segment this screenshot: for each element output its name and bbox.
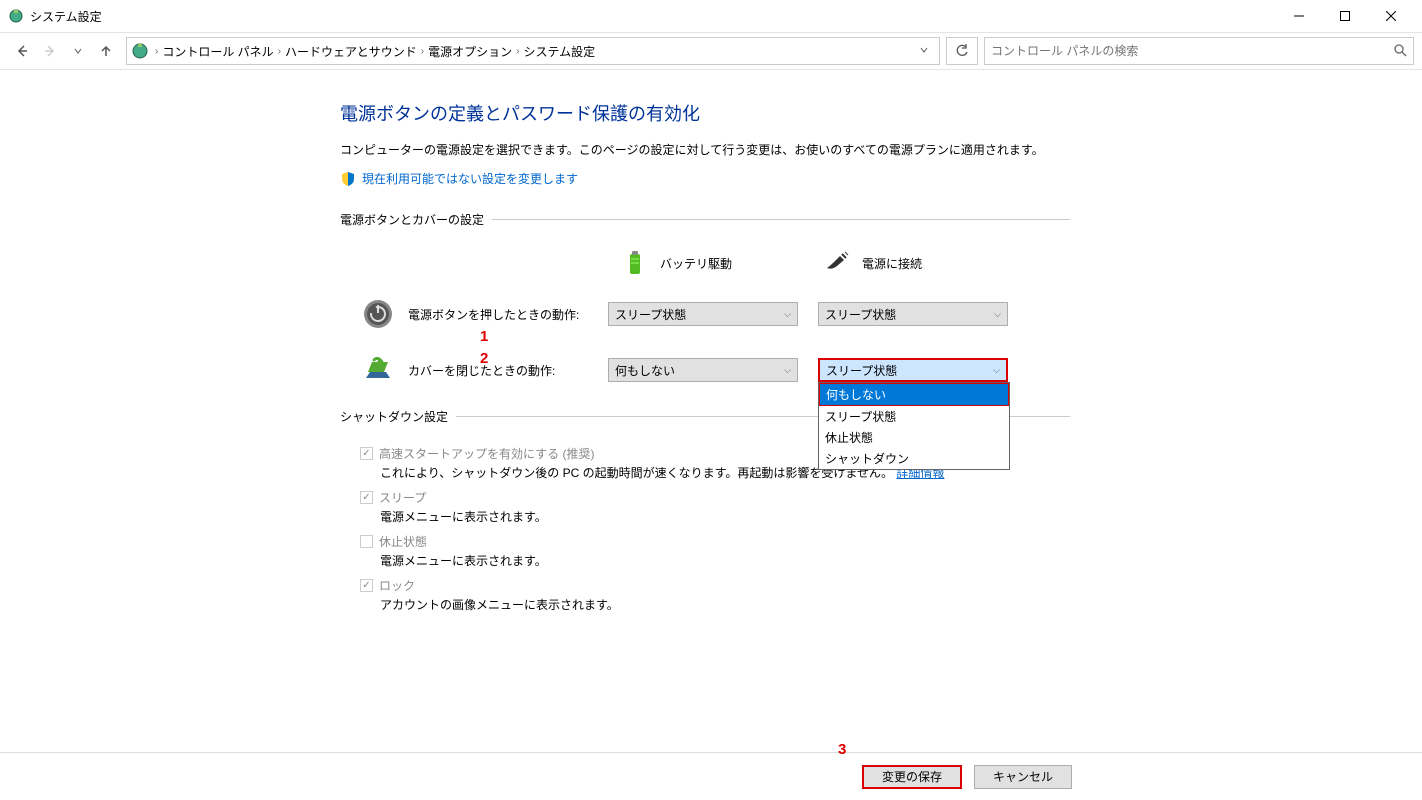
- window-title: システム設定: [30, 8, 102, 25]
- app-icon: [8, 8, 24, 24]
- maximize-button[interactable]: [1322, 0, 1368, 32]
- dropdown-menu: 何もしない スリープ状態 休止状態 シャットダウン: [818, 382, 1010, 470]
- power-button-label: 電源ボタンを押したときの動作:: [408, 306, 608, 323]
- chevron-down-icon: ⌵: [784, 365, 791, 376]
- power-button-battery-select[interactable]: スリープ状態⌵: [608, 302, 798, 326]
- section-title-shutdown: シャットダウン設定: [340, 408, 448, 425]
- section-title-buttons: 電源ボタンとカバーの設定: [340, 211, 484, 228]
- lid-close-plugged-select[interactable]: スリープ状態⌵ 何もしない スリープ状態 休止状態 シャットダウン: [818, 358, 1008, 382]
- forward-button[interactable]: [36, 37, 64, 65]
- search-icon[interactable]: [1393, 43, 1407, 60]
- minimize-button[interactable]: [1276, 0, 1322, 32]
- address-bar[interactable]: › コントロール パネル › ハードウェアとサウンド › 電源オプション › シ…: [126, 37, 940, 65]
- annotation-1: 1: [480, 328, 488, 345]
- admin-settings-link[interactable]: 現在利用可能ではない設定を変更します: [340, 170, 1422, 187]
- page-title: 電源ボタンの定義とパスワード保護の有効化: [340, 100, 1422, 126]
- cancel-button[interactable]: キャンセル: [974, 765, 1072, 789]
- annotation-2: 2: [480, 350, 488, 367]
- battery-icon: [620, 248, 650, 278]
- divider: [492, 219, 1070, 220]
- breadcrumb-item[interactable]: コントロール パネル: [162, 43, 273, 60]
- column-battery-label: バッテリ駆動: [660, 255, 732, 272]
- power-options-icon: [131, 42, 149, 60]
- lock-desc: アカウントの画像メニューに表示されます。: [360, 596, 1070, 613]
- lid-close-icon: [360, 352, 396, 388]
- lock-checkbox[interactable]: ✓: [360, 579, 373, 592]
- breadcrumb-item[interactable]: システム設定: [524, 43, 596, 60]
- dropdown-option[interactable]: 何もしない: [819, 383, 1009, 406]
- chevron-right-icon: ›: [155, 46, 158, 57]
- navigation-bar: › コントロール パネル › ハードウェアとサウンド › 電源オプション › シ…: [0, 32, 1422, 70]
- annotation-3: 3: [838, 741, 846, 758]
- fast-startup-checkbox[interactable]: ✓: [360, 447, 373, 460]
- footer: 変更の保存 キャンセル: [0, 752, 1422, 800]
- hibernate-label: 休止状態: [379, 533, 427, 550]
- chevron-right-icon: ›: [421, 46, 424, 57]
- hibernate-desc: 電源メニューに表示されます。: [360, 552, 1070, 569]
- chevron-down-icon: ⌵: [994, 309, 1001, 320]
- sleep-checkbox[interactable]: ✓: [360, 491, 373, 504]
- shield-icon: [340, 171, 356, 187]
- chevron-down-icon[interactable]: [919, 44, 935, 58]
- save-button[interactable]: 変更の保存: [862, 765, 962, 789]
- column-plugged-label: 電源に接続: [862, 255, 922, 272]
- breadcrumb-item[interactable]: 電源オプション: [428, 43, 512, 60]
- recent-dropdown[interactable]: [64, 37, 92, 65]
- lid-close-battery-select[interactable]: 何もしない⌵: [608, 358, 798, 382]
- chevron-right-icon: ›: [516, 46, 519, 57]
- chevron-right-icon: ›: [278, 46, 281, 57]
- chevron-down-icon: ⌵: [993, 365, 1000, 376]
- up-button[interactable]: [92, 37, 120, 65]
- page-description: コンピューターの電源設定を選択できます。このページの設定に対して行う変更は、お使…: [340, 140, 1070, 160]
- search-input[interactable]: [991, 44, 1393, 58]
- breadcrumb-item[interactable]: ハードウェアとサウンド: [285, 43, 417, 60]
- hibernate-checkbox[interactable]: ✓: [360, 535, 373, 548]
- close-button[interactable]: [1368, 0, 1414, 32]
- lock-label: ロック: [379, 577, 415, 594]
- plug-icon: [822, 248, 852, 278]
- power-button-icon: [360, 296, 396, 332]
- chevron-down-icon: ⌵: [784, 309, 791, 320]
- lid-close-label: カバーを閉じたときの動作:: [408, 362, 608, 379]
- dropdown-option[interactable]: スリープ状態: [819, 406, 1009, 427]
- title-bar: システム設定: [0, 0, 1422, 32]
- sleep-label: スリープ: [379, 489, 426, 506]
- power-button-plugged-select[interactable]: スリープ状態⌵: [818, 302, 1008, 326]
- dropdown-option[interactable]: シャットダウン: [819, 448, 1009, 469]
- search-box[interactable]: [984, 37, 1414, 65]
- refresh-button[interactable]: [946, 37, 978, 65]
- dropdown-option[interactable]: 休止状態: [819, 427, 1009, 448]
- fast-startup-label: 高速スタートアップを有効にする (推奨): [379, 445, 594, 462]
- admin-link-text: 現在利用可能ではない設定を変更します: [362, 170, 578, 187]
- sleep-desc: 電源メニューに表示されます。: [360, 508, 1070, 525]
- back-button[interactable]: [8, 37, 36, 65]
